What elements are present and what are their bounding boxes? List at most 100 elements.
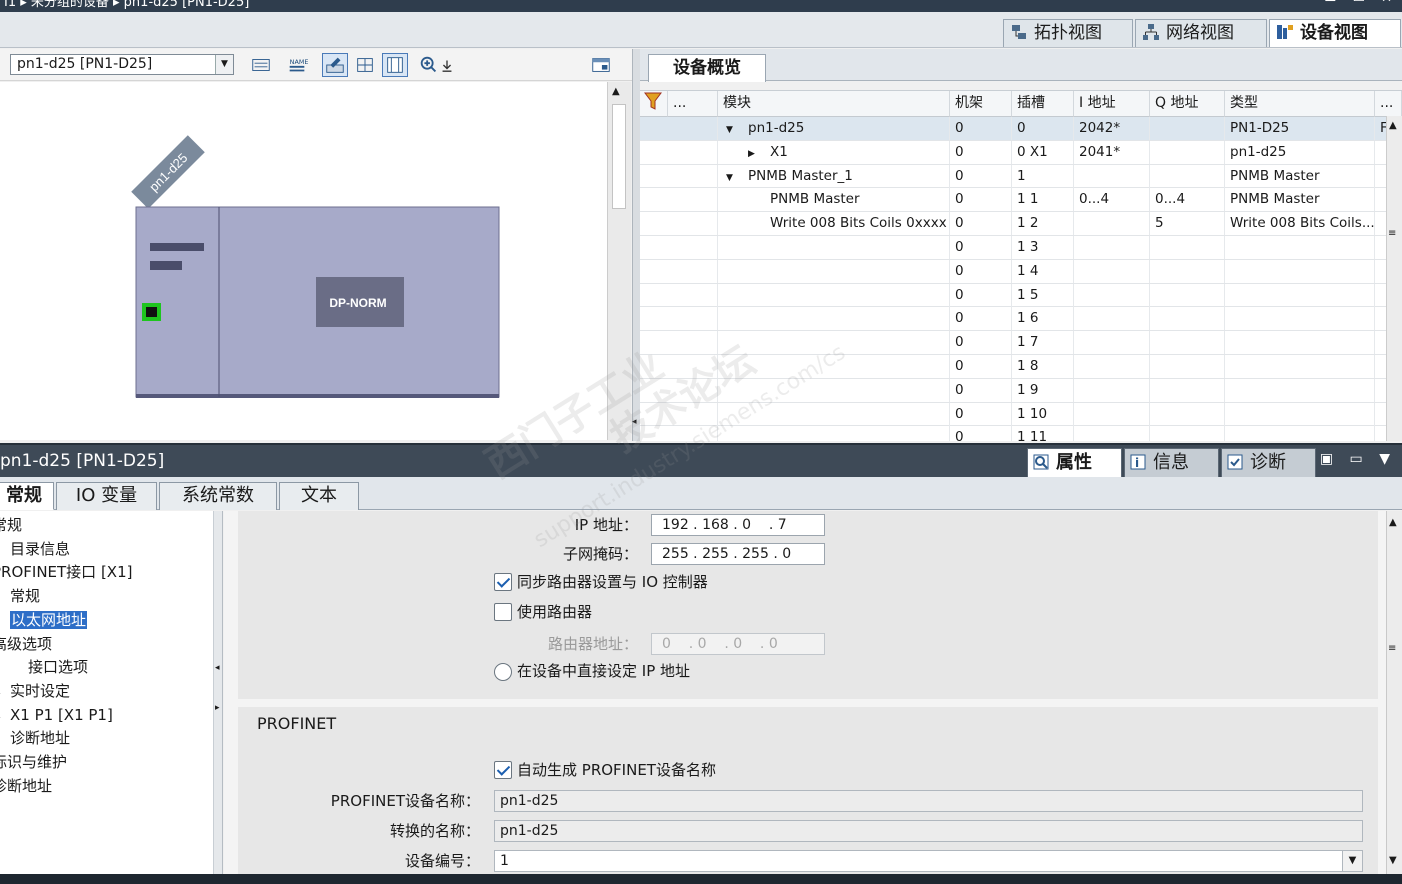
cell-rack[interactable]: 0 xyxy=(950,164,1012,188)
cell-rack[interactable]: 0 xyxy=(950,402,1012,426)
cell-type[interactable]: PN1-D25 xyxy=(1225,117,1375,140)
header-col-module[interactable]: 模块 xyxy=(718,91,950,117)
tab-topology-view[interactable]: 拓扑视图 xyxy=(1003,19,1133,47)
auto-name-checkbox[interactable] xyxy=(494,761,512,779)
scroll-up-icon[interactable]: ▲ xyxy=(1389,120,1397,131)
nav-item[interactable]: 诊断地址 xyxy=(0,774,52,798)
device-canvas[interactable]: pn1-d25 DP-NORM xyxy=(0,82,607,440)
table-row[interactable]: 01 3 xyxy=(640,236,1402,260)
cell-module[interactable] xyxy=(718,259,950,283)
canvas-scrollbar[interactable]: ▲ xyxy=(607,82,631,440)
cell-q-addr[interactable]: 5 xyxy=(1150,212,1225,236)
cell-i-addr[interactable] xyxy=(1074,212,1150,236)
table-row[interactable]: 01 10 xyxy=(640,402,1402,427)
cell-rack[interactable]: 0 xyxy=(950,188,1012,212)
cell-rack[interactable]: 0 xyxy=(950,117,1012,140)
cell-type[interactable] xyxy=(1225,378,1375,402)
tab-info[interactable]: i 信息 xyxy=(1124,448,1219,478)
scroll-grip-icon[interactable]: ≡ xyxy=(1388,643,1396,654)
cell-q-addr[interactable]: 0...4 xyxy=(1150,188,1225,212)
cell-i-addr[interactable]: 2041* xyxy=(1074,140,1150,164)
tab-network-view[interactable]: 网络视图 xyxy=(1135,19,1267,47)
table-row[interactable]: ▼ pn1-d25 0 0 2042* PN1-D25 F xyxy=(640,117,1402,141)
panel-window-controls[interactable]: ▣ ▭ ▼ xyxy=(1320,451,1396,467)
cell-q-addr[interactable] xyxy=(1150,283,1225,307)
cell-slot[interactable]: 1 5 xyxy=(1012,283,1074,307)
nav-item[interactable]: ▸X1 P1 [X1 P1] xyxy=(0,703,113,727)
cell-slot[interactable]: 1 7 xyxy=(1012,331,1074,355)
cell-type[interactable]: PNMB Master xyxy=(1225,164,1375,188)
cell-slot[interactable]: 1 2 xyxy=(1012,212,1074,236)
cell-module[interactable]: Write 008 Bits Coils 0xxxx xyxy=(718,212,950,236)
cell-slot[interactable]: 1 6 xyxy=(1012,307,1074,331)
scroll-up-icon[interactable]: ▲ xyxy=(1389,517,1397,528)
cell-q-addr[interactable] xyxy=(1150,378,1225,402)
panel-layout-button[interactable] xyxy=(588,53,614,77)
nav-item[interactable]: 常规 xyxy=(10,584,40,608)
cell-slot[interactable]: 0 xyxy=(1012,117,1074,140)
cell-type[interactable] xyxy=(1225,307,1375,331)
cell-i-addr[interactable] xyxy=(1074,307,1150,331)
edit-mode-button[interactable] xyxy=(322,53,348,77)
chevron-down-icon[interactable]: ▼ xyxy=(1342,851,1362,871)
cell-type[interactable] xyxy=(1225,355,1375,378)
cell-q-addr[interactable] xyxy=(1150,117,1225,140)
cell-type[interactable]: PNMB Master xyxy=(1225,188,1375,212)
converted-name-field[interactable]: pn1-d25 xyxy=(494,820,1363,842)
cell-module[interactable]: ▼ PNMB Master_1 xyxy=(718,164,950,188)
cell-rack[interactable]: 0 xyxy=(950,212,1012,236)
cell-i-addr[interactable] xyxy=(1074,355,1150,378)
table-row[interactable]: 01 7 xyxy=(640,331,1402,355)
cell-module[interactable] xyxy=(718,355,950,378)
scroll-up-icon[interactable]: ▲ xyxy=(612,86,620,97)
cell-type[interactable]: pn1-d25 xyxy=(1225,140,1375,164)
cell-i-addr[interactable] xyxy=(1074,283,1150,307)
header-col-type[interactable]: 类型 xyxy=(1225,91,1375,117)
cell-i-addr[interactable]: 2042* xyxy=(1074,117,1150,140)
nav-item[interactable]: ▾高级选项 xyxy=(0,632,52,656)
cell-slot[interactable]: 0 X1 xyxy=(1012,140,1074,164)
cell-module[interactable]: PNMB Master xyxy=(718,188,950,212)
nav-item[interactable]: 目录信息 xyxy=(10,537,70,561)
nav-item[interactable]: 常规 xyxy=(0,513,22,537)
table-row[interactable]: Write 008 Bits Coils 0xxxx 0 1 2 5 Write 008… xyxy=(640,212,1402,236)
cell-i-addr[interactable] xyxy=(1074,402,1150,426)
header-col-slot[interactable]: 插槽 xyxy=(1012,91,1074,117)
cell-q-addr[interactable] xyxy=(1150,236,1225,259)
nav-item[interactable]: 以太网地址 xyxy=(8,608,89,632)
header-col-more[interactable]: ... xyxy=(668,91,718,117)
cell-type[interactable] xyxy=(1225,426,1375,441)
nav-splitter[interactable]: ◂ ▸ xyxy=(214,511,223,874)
cell-module[interactable] xyxy=(718,331,950,355)
cell-q-addr[interactable] xyxy=(1150,140,1225,164)
tab-device-view[interactable]: 设备视图 xyxy=(1269,19,1401,47)
cell-module[interactable] xyxy=(718,307,950,331)
cell-q-addr[interactable] xyxy=(1150,355,1225,378)
table-row[interactable]: 01 5 xyxy=(640,283,1402,308)
tab-io-tags[interactable]: IO 变量 xyxy=(56,482,157,510)
tab-properties[interactable]: 属性 xyxy=(1027,448,1122,478)
tab-diagnostics[interactable]: 诊断 xyxy=(1221,448,1316,478)
table-row[interactable]: ▼ PNMB Master_1 0 1 PNMB Master xyxy=(640,164,1402,189)
sync-router-checkbox[interactable] xyxy=(494,573,512,591)
cell-i-addr[interactable] xyxy=(1074,378,1150,402)
collapse-left-icon[interactable]: ◂ xyxy=(632,417,637,427)
table-row[interactable]: 01 4 xyxy=(640,259,1402,284)
cell-i-addr[interactable] xyxy=(1074,426,1150,441)
content-scrollbar[interactable]: ▲ ≡ ▼ xyxy=(1386,511,1402,874)
cell-i-addr[interactable] xyxy=(1074,331,1150,355)
cell-slot[interactable]: 1 8 xyxy=(1012,355,1074,378)
tab-system-constants[interactable]: 系统常数 xyxy=(159,482,277,510)
table-view-button[interactable] xyxy=(382,53,408,77)
overview-scrollbar[interactable]: ▲ ≡ xyxy=(1386,116,1402,441)
header-col-extra[interactable]: ... xyxy=(1375,91,1402,117)
nav-item[interactable]: ▸实时设定 xyxy=(0,679,70,703)
cell-q-addr[interactable] xyxy=(1150,331,1225,355)
cell-rack[interactable]: 0 xyxy=(950,426,1012,441)
device-number-select[interactable]: 1 ▼ xyxy=(494,850,1363,872)
cell-slot[interactable]: 1 9 xyxy=(1012,378,1074,402)
window-controls[interactable]: ▬ ▭ ✕ xyxy=(1324,0,1398,5)
nav-item[interactable]: PROFINET接口 [X1] xyxy=(0,560,132,584)
cell-slot[interactable]: 1 1 xyxy=(1012,188,1074,212)
cell-rack[interactable]: 0 xyxy=(950,140,1012,164)
